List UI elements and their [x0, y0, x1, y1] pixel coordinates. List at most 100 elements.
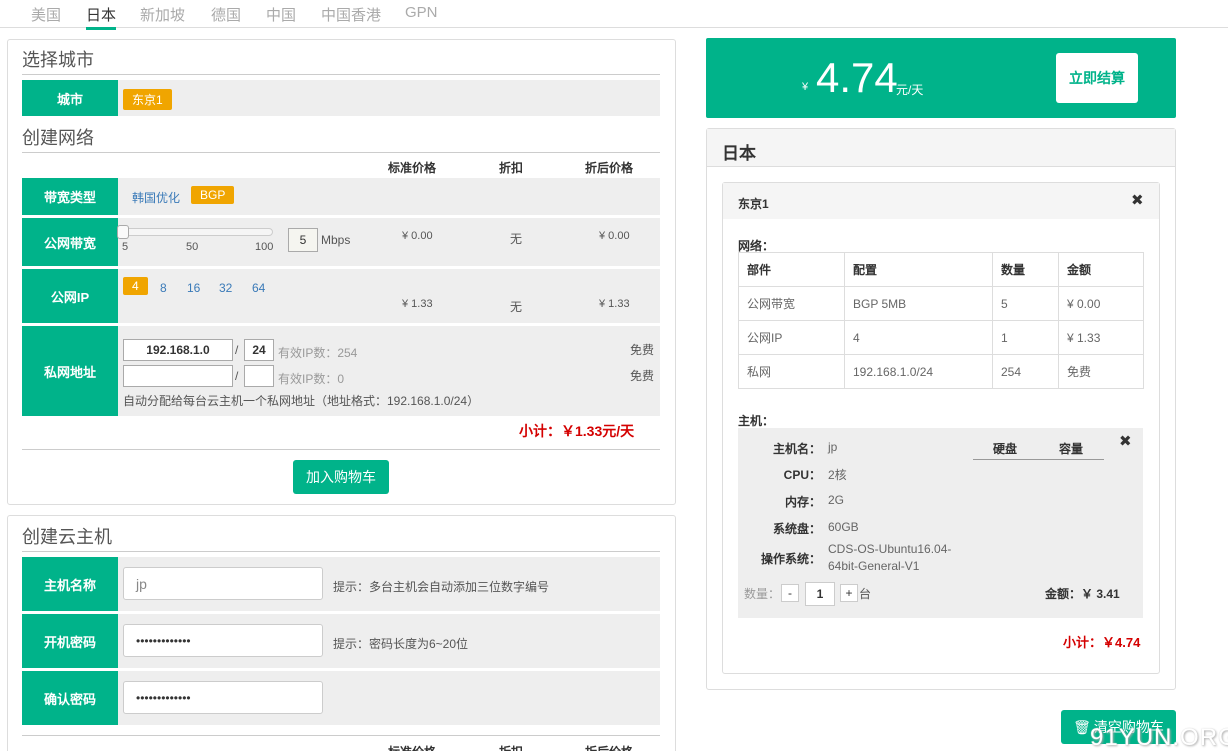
slash: /: [235, 343, 239, 357]
boot-password-hint: 提示：密码长度为6~20位: [333, 637, 469, 651]
col-after-price: 折后价格: [585, 161, 634, 175]
slider-tick-mid: 50: [186, 241, 199, 253]
slider-tick-max: 100: [255, 241, 274, 253]
table-cell: 192.168.1.0/24: [844, 354, 993, 389]
select-city-title: 选择城市: [22, 50, 94, 70]
quantity-label: 数量：: [744, 587, 781, 601]
table-header: 金额: [1058, 252, 1144, 287]
ip-option-8[interactable]: 8: [160, 281, 167, 295]
footer-col-after: 折后价格: [585, 743, 633, 751]
boot-password-label: 开机密码: [22, 614, 118, 668]
table-row: 公网IP 4 1 ¥ 1.33: [738, 320, 1144, 355]
private-mask-input-1[interactable]: 24: [244, 339, 274, 361]
table-row: 公网带宽 BGP 5MB 5 ¥ 0.00: [738, 286, 1144, 321]
remove-host-close-icon[interactable]: ✖: [1119, 432, 1132, 450]
confirm-password-label: 确认密码: [22, 671, 118, 725]
host-name-hint: 提示：多台主机会自动添加三位数字编号: [333, 580, 550, 594]
col-std-price: 标准价格: [388, 161, 437, 175]
os-value-line1: CDS-OS-Ubuntu16.04-: [828, 542, 952, 556]
cart-item-header: [723, 183, 1159, 219]
cpu-value: 2核: [828, 468, 847, 482]
footer-col-discount: 折扣: [499, 743, 523, 751]
confirm-password-input[interactable]: •••••••••••••: [123, 681, 323, 714]
host-label: 主机：: [738, 414, 775, 428]
host-summary-box: 主机名： jp 硬盘 容量 ✖ CPU： 2核 内存： 2G 系统盘： 60GB…: [738, 428, 1143, 618]
cart-header: [707, 129, 1175, 167]
table-cell: 5: [992, 286, 1059, 321]
table-cell: 254: [992, 354, 1059, 389]
table-cell: 公网带宽: [738, 286, 845, 321]
system-disk-value: 60GB: [828, 520, 859, 534]
bandwidth-slider[interactable]: [123, 228, 273, 236]
create-host-title: 创建云主机: [22, 527, 112, 547]
table-cell: ¥ 0.00: [1058, 286, 1144, 321]
memory-key: 内存：: [784, 495, 821, 509]
ip-discount: 无: [510, 300, 523, 314]
private-price-1: 免费: [630, 343, 655, 357]
tab-gpn[interactable]: GPN: [405, 4, 438, 21]
disk-header-underline: [973, 459, 1104, 460]
tab-us[interactable]: 美国: [31, 4, 61, 25]
checkout-button[interactable]: 立即结算: [1056, 53, 1138, 103]
tab-hongkong[interactable]: 中国香港: [321, 4, 381, 25]
table-header: 配置: [844, 252, 993, 287]
valid-ip-count-1: 有效IP数：254: [278, 346, 358, 360]
watermark: 91YUN.ORG: [1090, 724, 1228, 751]
divider: [22, 551, 660, 552]
private-mask-input-2[interactable]: [244, 365, 274, 387]
quantity-input[interactable]: 1: [805, 582, 835, 606]
public-bandwidth-label: 公网带宽: [22, 218, 118, 266]
boot-password-row: 开机密码 ••••••••••••• 提示：密码长度为6~20位: [22, 614, 660, 668]
host-amount: 金额：￥ 3.41: [1045, 587, 1120, 601]
ip-option-64[interactable]: 64: [252, 281, 265, 295]
table-cell: 4: [844, 320, 993, 355]
tab-germany[interactable]: 德国: [211, 4, 241, 25]
tab-japan[interactable]: 日本: [86, 4, 117, 30]
capacity-column: 容量: [1059, 442, 1084, 456]
private-ip-input-2[interactable]: [123, 365, 233, 387]
disk-column: 硬盘: [993, 442, 1018, 456]
remove-city-close-icon[interactable]: ✖: [1131, 191, 1144, 209]
public-ip-label: 公网IP: [22, 269, 118, 323]
option-bgp[interactable]: BGP: [191, 186, 235, 204]
valid-ip-count-2: 有效IP数：0: [278, 372, 345, 386]
currency-symbol: ¥: [802, 81, 809, 93]
slider-handle[interactable]: [117, 225, 129, 239]
city-label: 城市: [22, 80, 118, 116]
ip-option-16[interactable]: 16: [187, 281, 200, 295]
ip-option-32[interactable]: 32: [219, 281, 232, 295]
tab-china[interactable]: 中国: [266, 4, 296, 25]
ip-after-price: ¥ 1.33: [599, 298, 630, 310]
bandwidth-input[interactable]: 5: [288, 228, 318, 252]
ip-option-4[interactable]: 4: [123, 277, 148, 295]
host-name-input[interactable]: jp: [123, 567, 323, 600]
quantity-plus-button[interactable]: +: [840, 584, 858, 602]
host-name-label: 主机名称: [22, 557, 118, 611]
city-option-tokyo1[interactable]: 东京1: [123, 89, 172, 110]
price-unit: 元/天: [896, 83, 924, 97]
add-to-cart-button[interactable]: 加入购物车: [293, 460, 389, 494]
private-network-label: 私网地址: [22, 326, 118, 416]
slash: /: [235, 369, 239, 383]
boot-password-input[interactable]: •••••••••••••: [123, 624, 323, 657]
private-ip-input-1[interactable]: 192.168.1.0: [123, 339, 233, 361]
slider-tick-min: 5: [122, 241, 129, 253]
bandwidth-discount: 无: [510, 232, 523, 246]
system-disk-key: 系统盘：: [772, 522, 821, 536]
option-korea-optimized[interactable]: 韩国优化: [132, 189, 180, 206]
host-name-value: jp: [828, 440, 838, 454]
cart-subtotal: 小计：￥4.74: [1063, 635, 1141, 650]
os-key: 操作系统：: [760, 552, 821, 566]
city-row: 城市 东京1: [22, 80, 660, 116]
private-hint: 自动分配给每台云主机一个私网地址（地址格式：192.168.1.0/24）: [123, 394, 480, 408]
quantity-unit: 台: [859, 587, 872, 601]
memory-value: 2G: [828, 493, 845, 507]
divider: [22, 735, 660, 736]
cart-item-city: 东京1: [738, 197, 769, 211]
quantity-minus-button[interactable]: -: [781, 584, 799, 602]
tab-singapore[interactable]: 新加坡: [140, 4, 185, 25]
divider: [22, 449, 660, 450]
col-discount: 折扣: [499, 161, 524, 175]
table-cell: BGP 5MB: [844, 286, 993, 321]
table-cell: 私网: [738, 354, 845, 389]
